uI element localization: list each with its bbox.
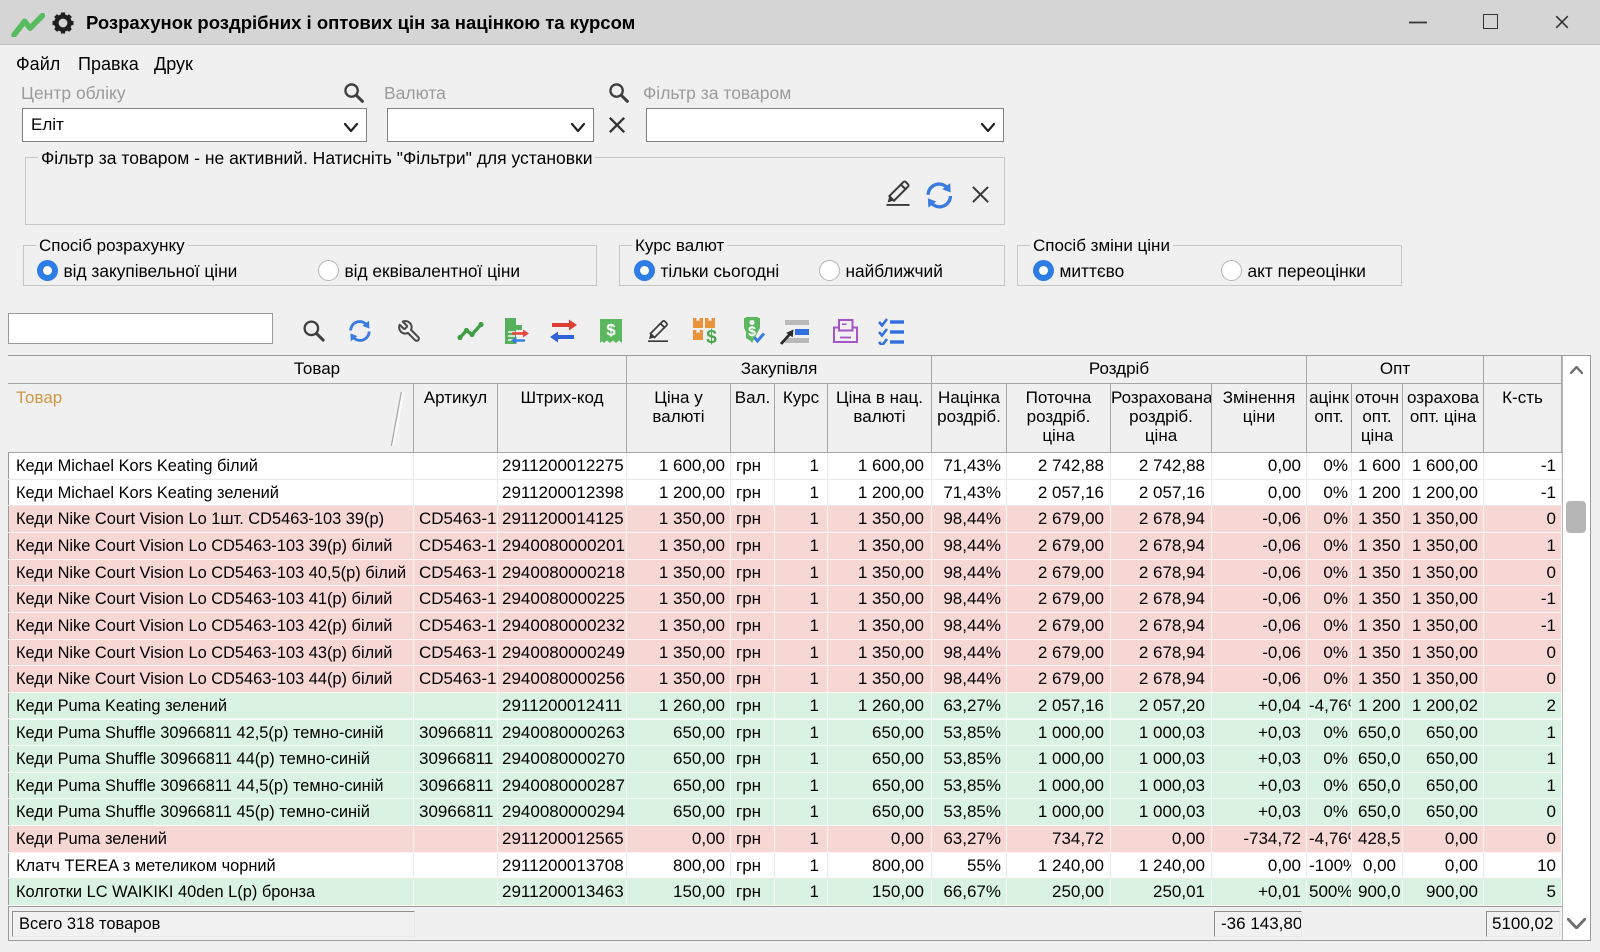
svg-text:$: $ bbox=[748, 323, 756, 339]
svg-text:$: $ bbox=[706, 327, 717, 345]
svg-text:$: $ bbox=[606, 321, 616, 340]
